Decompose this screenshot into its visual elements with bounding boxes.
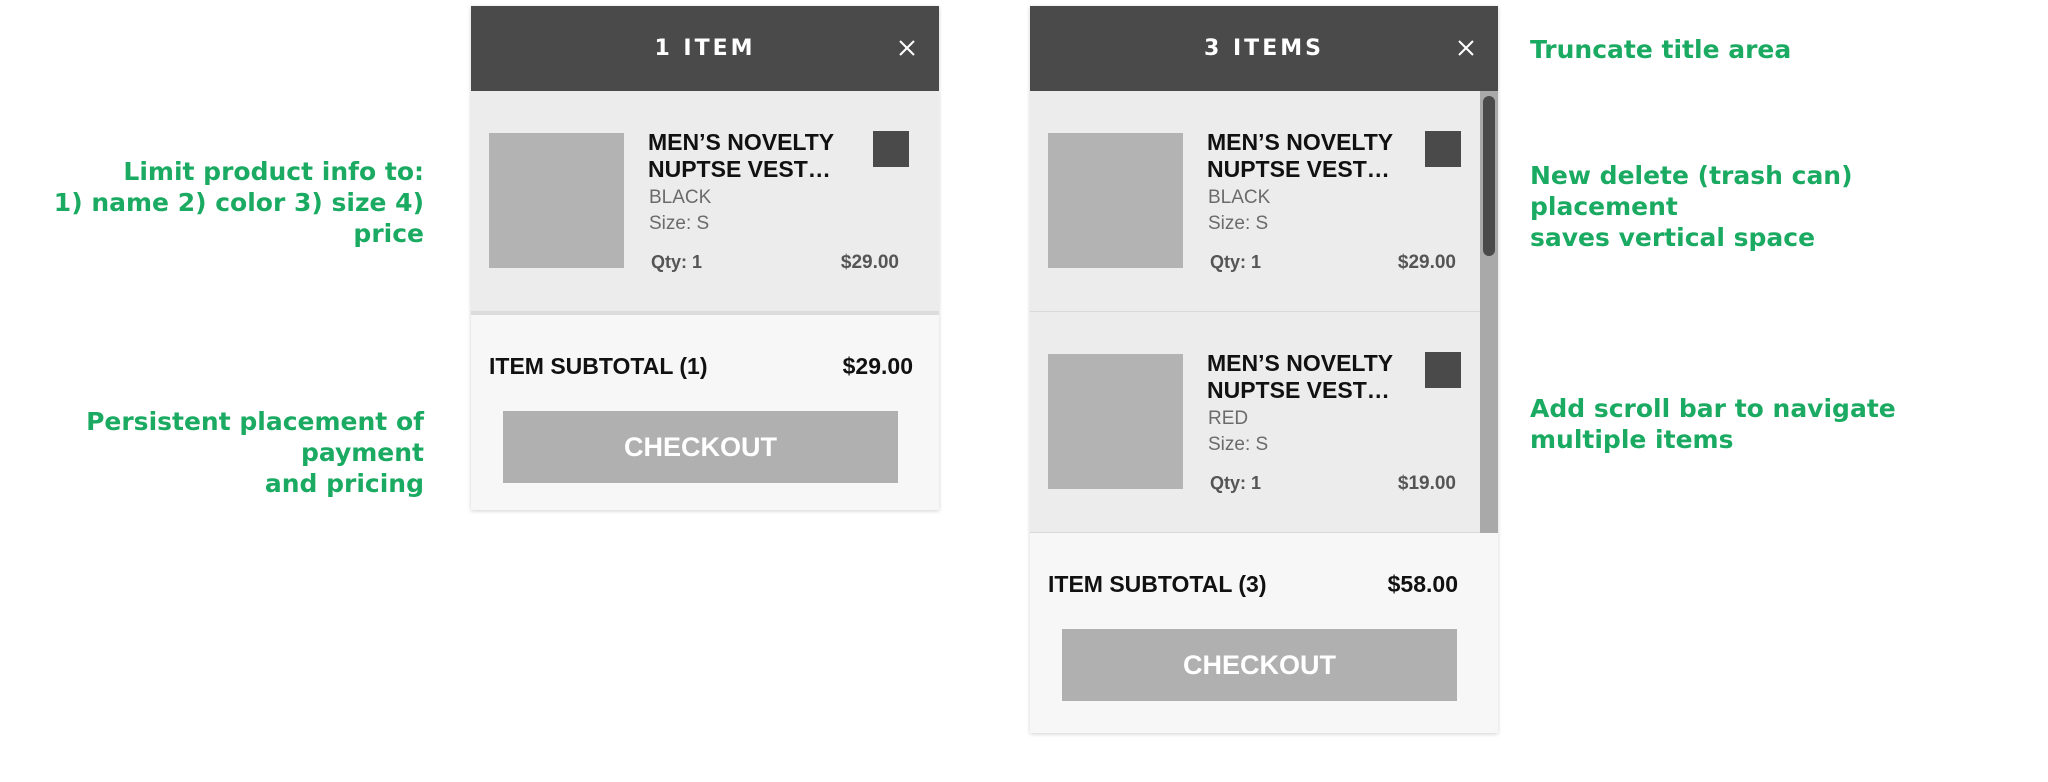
product-color: BLACK — [649, 187, 712, 208]
annotation-line: placement — [1530, 192, 1678, 221]
product-name-line: MEN’S NOVELTY — [648, 129, 835, 155]
annotation-line: multiple items — [1530, 425, 1734, 454]
cart-title: 1 ITEM — [654, 36, 756, 61]
close-icon[interactable] — [1456, 38, 1476, 58]
product-name[interactable]: MEN’S NOVELTY NUPTSE VEST… — [648, 129, 858, 183]
product-name-line: NUPTSE VEST… — [648, 156, 831, 182]
trash-icon[interactable] — [873, 131, 909, 167]
product-color: BLACK — [1208, 187, 1271, 208]
annotation-scroll-bar: Add scroll bar to navigate multiple item… — [1530, 393, 1896, 455]
product-size: Size: S — [1208, 434, 1269, 455]
product-price: $29.00 — [1397, 252, 1456, 273]
product-name-line: NUPTSE VEST… — [1207, 156, 1390, 182]
subtotal-value: $29.00 — [842, 353, 913, 379]
subtotal-label: ITEM SUBTOTAL (3) — [1048, 571, 1267, 597]
cart-panel-single: 1 ITEM MEN’S NOVELTY NUPTSE VEST… BLACK … — [471, 6, 939, 510]
cart-footer: ITEM SUBTOTAL (1) $29.00 CHECKOUT — [471, 315, 939, 510]
product-image[interactable] — [1048, 133, 1183, 268]
product-quantity: Qty: 1 — [1210, 252, 1262, 272]
subtotal-value: $58.00 — [1387, 571, 1458, 597]
annotation-line: Truncate title area — [1530, 35, 1792, 64]
close-icon[interactable] — [897, 38, 917, 58]
product-name-line: NUPTSE VEST… — [1207, 377, 1390, 403]
annotation-line: saves vertical space — [1530, 223, 1816, 252]
annotation-line: and pricing — [264, 469, 424, 498]
subtotal-label: ITEM SUBTOTAL (1) — [489, 353, 708, 379]
annotation-line: Persistent placement of payment — [86, 407, 424, 467]
product-price: $19.00 — [1397, 473, 1456, 494]
scrollbar-thumb[interactable] — [1483, 96, 1495, 256]
scrollbar[interactable] — [1480, 91, 1498, 533]
trash-icon[interactable] — [1425, 352, 1461, 388]
product-image[interactable] — [1048, 354, 1183, 489]
product-quantity: Qty: 1 — [1210, 473, 1262, 493]
cart-items: MEN’S NOVELTY NUPTSE VEST… BLACK Size: S… — [471, 91, 939, 315]
checkout-button[interactable]: CHECKOUT — [1062, 629, 1457, 701]
annotation-delete-placement: New delete (trash can) placement saves v… — [1530, 160, 1853, 253]
product-size: Size: S — [649, 213, 710, 234]
cart-title: 3 ITEMS — [1204, 36, 1324, 61]
annotation-limit-product-info: Limit product info to: 1) name 2) color … — [0, 156, 424, 249]
cart-items: MEN’S NOVELTY NUPTSE VEST… BLACK Size: S… — [1030, 91, 1498, 533]
cart-item: MEN’S NOVELTY NUPTSE VEST… BLACK Size: S… — [1030, 91, 1498, 312]
trash-icon[interactable] — [1425, 131, 1461, 167]
product-name[interactable]: MEN’S NOVELTY NUPTSE VEST… — [1207, 350, 1417, 404]
annotation-truncate-title: Truncate title area — [1530, 34, 1791, 65]
cart-item: MEN’S NOVELTY NUPTSE VEST… BLACK Size: S… — [471, 91, 939, 315]
annotation-line: New delete (trash can) — [1530, 161, 1853, 190]
product-price: $29.00 — [840, 252, 899, 273]
product-size: Size: S — [1208, 213, 1269, 234]
product-name[interactable]: MEN’S NOVELTY NUPTSE VEST… — [1207, 129, 1417, 183]
checkout-button[interactable]: CHECKOUT — [503, 411, 898, 483]
product-image[interactable] — [489, 133, 624, 268]
cart-header: 3 ITEMS — [1030, 6, 1498, 91]
product-name-line: MEN’S NOVELTY — [1207, 129, 1394, 155]
annotation-line: Limit product info to: — [123, 157, 424, 186]
annotation-line: 1) name 2) color 3) size 4) price — [53, 188, 424, 248]
annotation-line: Add scroll bar to navigate — [1530, 394, 1896, 423]
cart-header: 1 ITEM — [471, 6, 939, 91]
annotation-persistent-payment: Persistent placement of payment and pric… — [0, 406, 424, 499]
product-name-line: MEN’S NOVELTY — [1207, 350, 1394, 376]
cart-item: MEN’S NOVELTY NUPTSE VEST… RED Size: S Q… — [1030, 312, 1498, 533]
cart-panel-multi: 3 ITEMS MEN’S NOVELTY NUPTSE VEST… BLACK… — [1030, 6, 1498, 733]
product-color: RED — [1208, 408, 1249, 429]
product-quantity: Qty: 1 — [651, 252, 703, 272]
cart-footer: ITEM SUBTOTAL (3) $58.00 CHECKOUT — [1030, 533, 1498, 733]
